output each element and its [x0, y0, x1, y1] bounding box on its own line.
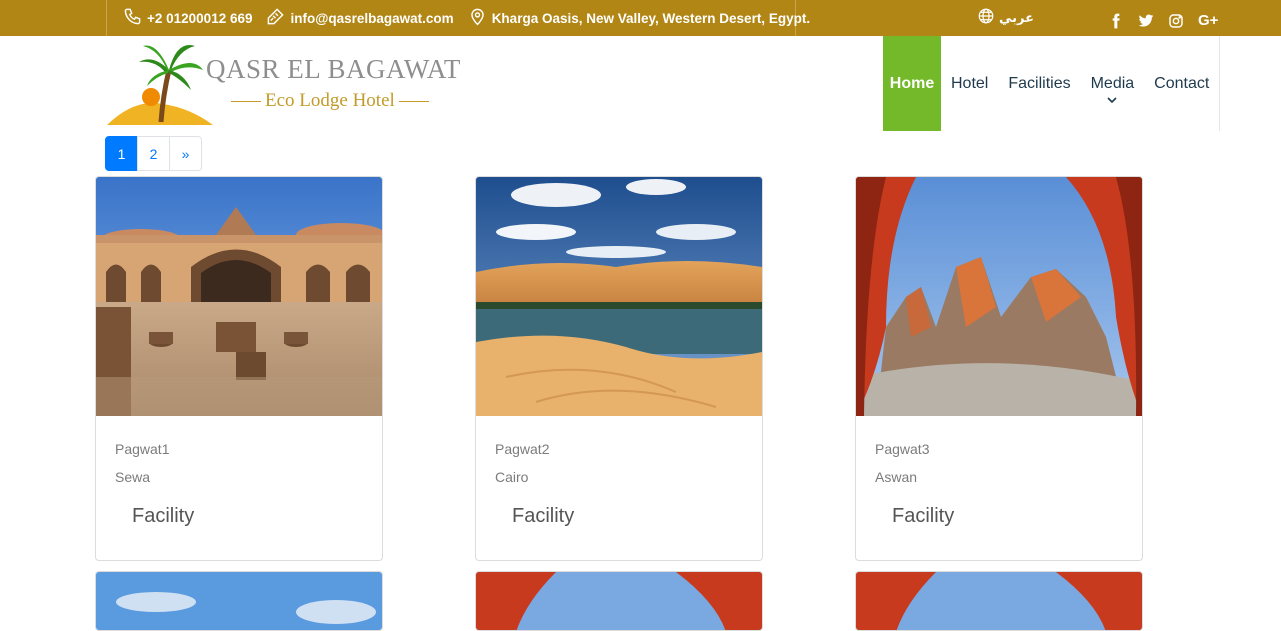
- card-location: Sewa: [115, 469, 151, 485]
- card-image-mountains[interactable]: [856, 177, 1142, 416]
- page-1[interactable]: 1: [105, 136, 138, 171]
- facility-card-partial[interactable]: [855, 571, 1143, 631]
- card-image-lodge[interactable]: [96, 177, 382, 416]
- brand-title: QASR EL BAGAWAT: [206, 54, 461, 84]
- envelope-icon: [266, 7, 285, 29]
- card-name: Pagwat3: [875, 441, 930, 457]
- nav-media[interactable]: Media: [1081, 36, 1145, 131]
- page-2[interactable]: 2: [137, 136, 170, 171]
- card-category: Facility: [512, 505, 575, 527]
- nav-facilities[interactable]: Facilities: [998, 36, 1080, 131]
- facility-card-partial[interactable]: [95, 571, 383, 631]
- social-links: G+: [1108, 12, 1218, 30]
- contact-info: +2 01200012 669 info@qasrelbagawat.com K…: [106, 0, 810, 36]
- nav-media-label: Media: [1090, 74, 1135, 92]
- phone-number: +2 01200012 669: [147, 10, 253, 26]
- main-nav: Home Hotel Facilities Media Contact: [883, 36, 1221, 131]
- card-name: Pagwat1: [115, 441, 170, 457]
- instagram-icon[interactable]: [1168, 13, 1184, 29]
- site-header: QASR EL BAGAWAT Eco Lodge Hotel Home Hot…: [0, 36, 1281, 131]
- card-category: Facility: [132, 505, 195, 527]
- twitter-icon[interactable]: [1138, 13, 1154, 29]
- page-next[interactable]: »: [169, 136, 202, 171]
- site-logo[interactable]: QASR EL BAGAWAT Eco Lodge Hotel: [105, 40, 465, 130]
- nav-contact[interactable]: Contact: [1144, 36, 1219, 131]
- card-image-partial: [476, 572, 762, 630]
- email-address: info@qasrelbagawat.com: [290, 10, 454, 26]
- card-image-oasis[interactable]: [476, 177, 762, 416]
- map-pin-icon: [468, 7, 487, 29]
- language-switch[interactable]: عربي: [977, 7, 1034, 29]
- phone-contact[interactable]: +2 01200012 669: [123, 7, 252, 29]
- card-location: Cairo: [495, 469, 529, 485]
- facility-card[interactable]: Pagwat1 Sewa Facility: [95, 176, 383, 561]
- nav-hotel[interactable]: Hotel: [941, 36, 998, 131]
- brand-subtitle: Eco Lodge Hotel: [265, 90, 395, 111]
- card-name: Pagwat2: [495, 441, 550, 457]
- email-contact[interactable]: info@qasrelbagawat.com: [266, 7, 454, 29]
- language-label: عربي: [999, 10, 1035, 26]
- facility-card[interactable]: Pagwat3 Aswan Facility: [855, 176, 1143, 561]
- pagination: 1 2 »: [105, 136, 202, 171]
- address-contact: Kharga Oasis, New Valley, Western Desert…: [468, 7, 810, 29]
- card-image-partial: [96, 572, 382, 630]
- facility-card[interactable]: Pagwat2 Cairo Facility: [475, 176, 763, 561]
- brand-subtitle-line: Eco Lodge Hotel: [227, 90, 433, 112]
- nav-home[interactable]: Home: [883, 36, 941, 131]
- card-category: Facility: [892, 505, 955, 527]
- phone-icon: [123, 7, 142, 29]
- google-plus-icon[interactable]: G+: [1198, 12, 1218, 30]
- palm-logo-icon: [107, 45, 213, 125]
- facility-card-partial[interactable]: [475, 571, 763, 631]
- top-bar: +2 01200012 669 info@qasrelbagawat.com K…: [0, 0, 1281, 36]
- card-location: Aswan: [875, 469, 918, 485]
- subtitle-dash-right: [398, 101, 429, 102]
- facebook-icon[interactable]: [1108, 13, 1124, 29]
- subtitle-dash-left: [231, 101, 261, 102]
- chevron-down-icon: [1107, 96, 1117, 107]
- globe-icon: [977, 7, 995, 29]
- card-image-partial: [856, 572, 1142, 630]
- address-text: Kharga Oasis, New Valley, Western Desert…: [491, 10, 811, 26]
